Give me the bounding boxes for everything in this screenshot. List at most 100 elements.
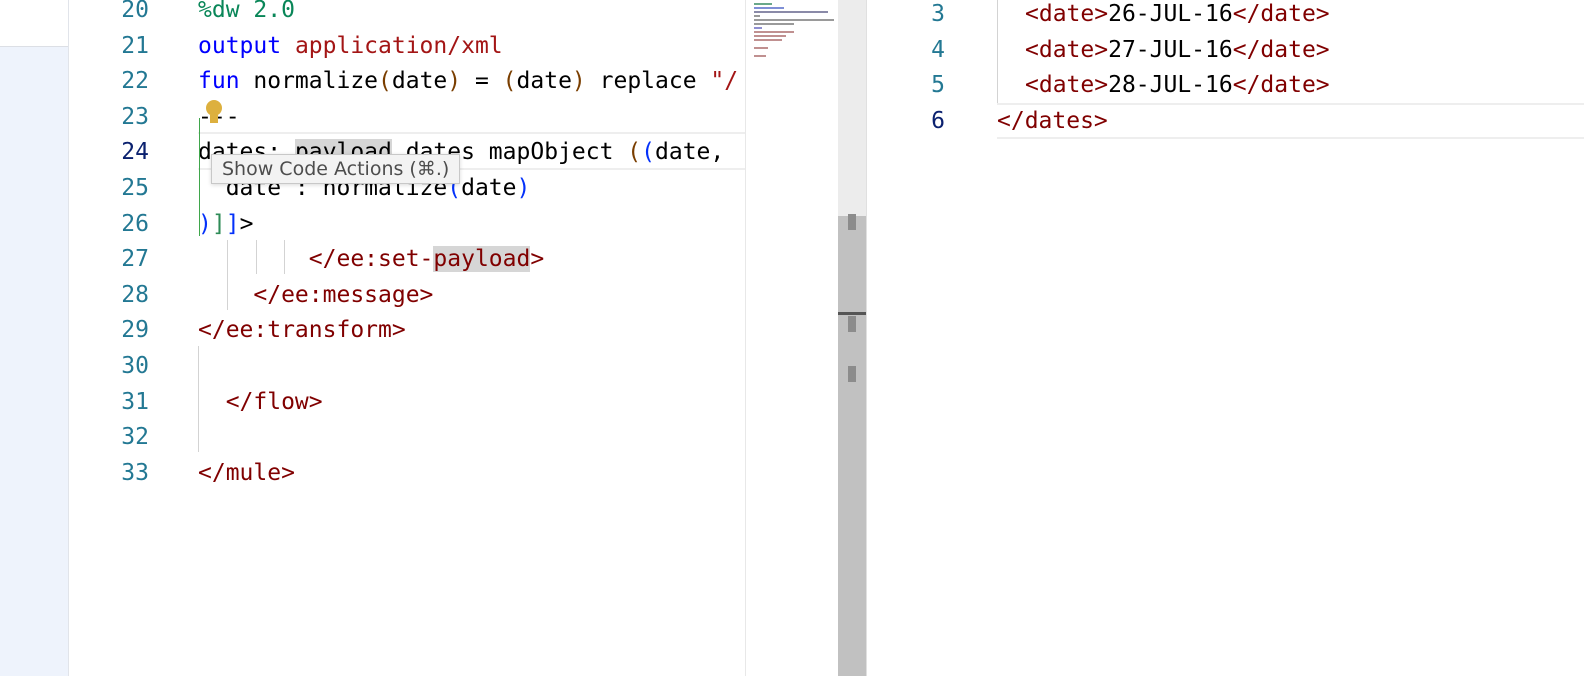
code-line[interactable]: </mule> <box>198 455 295 491</box>
indent-guide <box>284 240 285 274</box>
code-actions-tooltip: Show Code Actions (⌘.) <box>211 154 461 184</box>
code-token: normalize <box>253 68 379 95</box>
code-line[interactable]: )]]> <box>198 206 253 242</box>
line-number: 32 <box>121 424 149 451</box>
scroll-marker <box>848 366 856 382</box>
output-line-number: 3 <box>931 1 945 27</box>
output-line-number: 4 <box>931 36 945 63</box>
sidebar-header <box>0 0 68 47</box>
minimap[interactable] <box>745 0 839 676</box>
code-line[interactable]: </ee:message> <box>198 277 433 313</box>
code-token: ] <box>225 210 240 237</box>
code-token: </ee:transform> <box>198 317 406 344</box>
xml-value: 26-JUL-16 <box>1108 1 1233 27</box>
scroll-marker <box>848 316 856 332</box>
output-line-number: 6 <box>931 107 945 134</box>
minimap-line <box>754 11 828 13</box>
code-line[interactable]: %dw 2.0 <box>198 0 295 28</box>
code-line[interactable]: </flow> <box>198 384 323 420</box>
line-number: 23 <box>121 103 149 130</box>
line-number: 31 <box>121 388 149 415</box>
code-token: </flow> <box>198 388 323 415</box>
minimap-line <box>754 19 834 21</box>
line-number: 27 <box>121 246 149 273</box>
code-line[interactable]: fun normalize(date) = (date) replace "/ <box>198 63 738 99</box>
code-token: </ee:set- <box>198 246 434 273</box>
line-number: 22 <box>121 68 149 95</box>
code-token: application/xml <box>294 32 503 59</box>
code-token: > <box>530 246 545 273</box>
code-token: ) <box>447 68 462 95</box>
code-token: ) <box>516 175 531 201</box>
minimap-line <box>754 23 794 25</box>
minimap-line <box>754 47 768 49</box>
code-token: date <box>516 68 572 95</box>
lightbulb-icon[interactable] <box>206 100 222 116</box>
code-token: ( <box>378 68 392 95</box>
minimap-line <box>754 27 762 29</box>
line-number: 24 <box>121 139 149 166</box>
line-number: 20 <box>121 0 149 23</box>
code-token: %dw 2.0 <box>198 0 295 23</box>
indent-guide <box>198 346 199 452</box>
code-token: > <box>239 210 254 237</box>
line-number: 29 <box>121 317 149 344</box>
xml-value: 28-JUL-16 <box>1108 72 1233 99</box>
line-number: 28 <box>121 281 149 308</box>
output-line[interactable]: </dates> <box>997 103 1108 139</box>
scroll-cursor-marker <box>838 312 866 315</box>
xml-close: </date> <box>1232 36 1330 63</box>
minimap-line <box>754 7 784 9</box>
minimap-line <box>754 55 766 57</box>
minimap-line <box>754 15 760 17</box>
vertical-scrollbar[interactable] <box>838 0 866 676</box>
code-token: </mule> <box>198 459 295 486</box>
output-line-number: 5 <box>931 72 945 99</box>
minimap-line <box>754 39 782 41</box>
code-token: payload <box>433 246 531 273</box>
line-number: 33 <box>121 459 149 486</box>
code-token: replace <box>585 68 711 95</box>
code-token: ( <box>627 139 642 166</box>
code-token: ( <box>641 139 655 166</box>
line-number: 30 <box>121 353 149 379</box>
output-line[interactable]: <date>27-JUL-16</date> <box>1025 32 1330 68</box>
line-number: 21 <box>121 32 149 59</box>
output-line[interactable]: <date>28-JUL-16</date> <box>1025 67 1330 103</box>
code-line[interactable]: </ee:transform> <box>198 312 406 348</box>
minimap-line <box>754 35 786 37</box>
xml-close: </date> <box>1232 1 1330 27</box>
indent-guide <box>997 0 998 103</box>
code-token: "/ <box>710 68 739 95</box>
code-token: ( <box>502 68 517 95</box>
code-token: output <box>198 32 295 59</box>
code-token: </ee:message> <box>198 281 434 308</box>
output-preview[interactable]: 3 <date>26-JUL-16</date> 4 <date>27-JUL-16<… <box>866 0 1584 676</box>
code-line[interactable]: output application/xml <box>198 28 503 64</box>
code-token: = <box>461 68 503 95</box>
xml-open: <date> <box>1025 72 1109 99</box>
activity-sidebar <box>0 0 69 676</box>
xml-close: </dates> <box>997 107 1108 134</box>
minimap-line <box>754 3 772 5</box>
lightbulb-base <box>210 115 218 123</box>
code-token: ) <box>571 68 586 95</box>
xml-close: </date> <box>1232 72 1330 99</box>
code-token: date <box>391 68 448 95</box>
indent-guide <box>256 240 257 274</box>
scrollbar-thumb[interactable] <box>838 216 866 676</box>
code-token: date <box>461 175 517 201</box>
line-number: 26 <box>121 210 149 237</box>
code-token: date, <box>655 139 725 166</box>
scroll-marker <box>848 214 856 230</box>
minimap-line <box>754 31 794 33</box>
code-line[interactable]: </ee:set-payload> <box>198 241 544 277</box>
xml-open: <date> <box>1025 36 1109 63</box>
line-number: 25 <box>121 175 149 201</box>
code-token: fun <box>198 68 254 95</box>
xml-value: 27-JUL-16 <box>1108 36 1233 63</box>
output-line[interactable]: <date>26-JUL-16</date> <box>1025 0 1330 32</box>
dataweave-editor[interactable]: 20 %dw 2.0 21 output application/xml 22 fun n… <box>69 0 745 676</box>
code-token: ) <box>198 210 212 237</box>
indent-guide <box>227 240 228 310</box>
